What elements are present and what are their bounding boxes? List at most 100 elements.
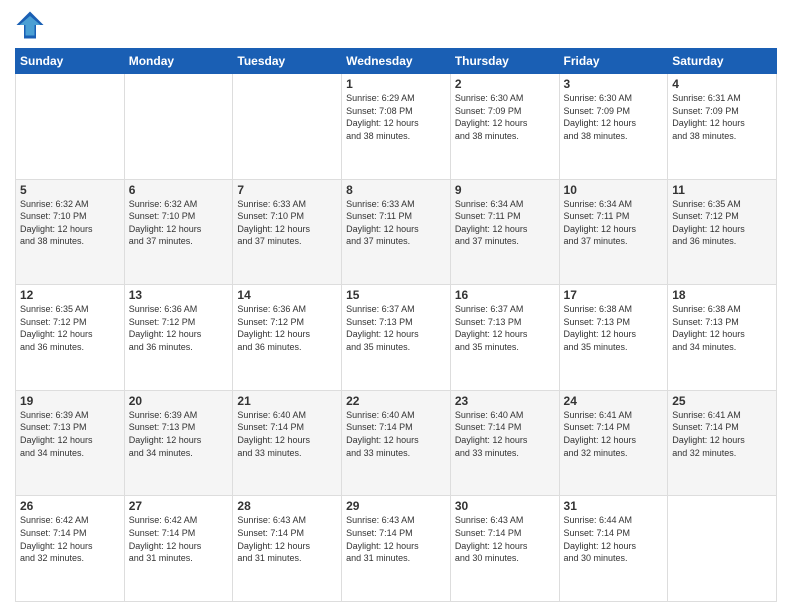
day-info: Sunrise: 6:32 AM Sunset: 7:10 PM Dayligh… [20,198,120,248]
calendar-cell: 21Sunrise: 6:40 AM Sunset: 7:14 PM Dayli… [233,390,342,496]
day-header-friday: Friday [559,49,668,74]
logo [15,10,49,40]
calendar-cell: 6Sunrise: 6:32 AM Sunset: 7:10 PM Daylig… [124,179,233,285]
calendar-cell: 17Sunrise: 6:38 AM Sunset: 7:13 PM Dayli… [559,285,668,391]
calendar-cell: 24Sunrise: 6:41 AM Sunset: 7:14 PM Dayli… [559,390,668,496]
day-info: Sunrise: 6:33 AM Sunset: 7:10 PM Dayligh… [237,198,337,248]
calendar-cell: 19Sunrise: 6:39 AM Sunset: 7:13 PM Dayli… [16,390,125,496]
calendar-cell: 20Sunrise: 6:39 AM Sunset: 7:13 PM Dayli… [124,390,233,496]
day-info: Sunrise: 6:39 AM Sunset: 7:13 PM Dayligh… [129,409,229,459]
calendar-cell: 25Sunrise: 6:41 AM Sunset: 7:14 PM Dayli… [668,390,777,496]
calendar-cell: 22Sunrise: 6:40 AM Sunset: 7:14 PM Dayli… [342,390,451,496]
day-info: Sunrise: 6:41 AM Sunset: 7:14 PM Dayligh… [564,409,664,459]
calendar-cell: 3Sunrise: 6:30 AM Sunset: 7:09 PM Daylig… [559,74,668,180]
day-info: Sunrise: 6:34 AM Sunset: 7:11 PM Dayligh… [564,198,664,248]
calendar-cell: 11Sunrise: 6:35 AM Sunset: 7:12 PM Dayli… [668,179,777,285]
day-number: 22 [346,394,446,408]
week-row-1: 5Sunrise: 6:32 AM Sunset: 7:10 PM Daylig… [16,179,777,285]
calendar-cell: 23Sunrise: 6:40 AM Sunset: 7:14 PM Dayli… [450,390,559,496]
calendar-cell: 5Sunrise: 6:32 AM Sunset: 7:10 PM Daylig… [16,179,125,285]
day-info: Sunrise: 6:41 AM Sunset: 7:14 PM Dayligh… [672,409,772,459]
day-info: Sunrise: 6:36 AM Sunset: 7:12 PM Dayligh… [237,303,337,353]
week-row-0: 1Sunrise: 6:29 AM Sunset: 7:08 PM Daylig… [16,74,777,180]
day-header-wednesday: Wednesday [342,49,451,74]
day-number: 1 [346,77,446,91]
day-number: 28 [237,499,337,513]
day-info: Sunrise: 6:38 AM Sunset: 7:13 PM Dayligh… [564,303,664,353]
calendar-cell: 26Sunrise: 6:42 AM Sunset: 7:14 PM Dayli… [16,496,125,602]
day-number: 25 [672,394,772,408]
day-info: Sunrise: 6:40 AM Sunset: 7:14 PM Dayligh… [346,409,446,459]
day-number: 23 [455,394,555,408]
calendar-cell: 16Sunrise: 6:37 AM Sunset: 7:13 PM Dayli… [450,285,559,391]
day-number: 8 [346,183,446,197]
day-number: 6 [129,183,229,197]
day-number: 15 [346,288,446,302]
day-info: Sunrise: 6:30 AM Sunset: 7:09 PM Dayligh… [455,92,555,142]
calendar-cell: 10Sunrise: 6:34 AM Sunset: 7:11 PM Dayli… [559,179,668,285]
calendar-cell: 2Sunrise: 6:30 AM Sunset: 7:09 PM Daylig… [450,74,559,180]
calendar-cell: 30Sunrise: 6:43 AM Sunset: 7:14 PM Dayli… [450,496,559,602]
day-info: Sunrise: 6:43 AM Sunset: 7:14 PM Dayligh… [237,514,337,564]
day-number: 4 [672,77,772,91]
day-number: 20 [129,394,229,408]
calendar-cell [16,74,125,180]
day-number: 19 [20,394,120,408]
day-number: 17 [564,288,664,302]
day-info: Sunrise: 6:43 AM Sunset: 7:14 PM Dayligh… [346,514,446,564]
day-number: 27 [129,499,229,513]
day-number: 5 [20,183,120,197]
day-info: Sunrise: 6:42 AM Sunset: 7:14 PM Dayligh… [129,514,229,564]
day-info: Sunrise: 6:29 AM Sunset: 7:08 PM Dayligh… [346,92,446,142]
day-header-sunday: Sunday [16,49,125,74]
day-info: Sunrise: 6:35 AM Sunset: 7:12 PM Dayligh… [20,303,120,353]
week-row-3: 19Sunrise: 6:39 AM Sunset: 7:13 PM Dayli… [16,390,777,496]
day-info: Sunrise: 6:30 AM Sunset: 7:09 PM Dayligh… [564,92,664,142]
calendar-cell: 28Sunrise: 6:43 AM Sunset: 7:14 PM Dayli… [233,496,342,602]
day-info: Sunrise: 6:37 AM Sunset: 7:13 PM Dayligh… [455,303,555,353]
day-number: 24 [564,394,664,408]
day-info: Sunrise: 6:33 AM Sunset: 7:11 PM Dayligh… [346,198,446,248]
week-row-2: 12Sunrise: 6:35 AM Sunset: 7:12 PM Dayli… [16,285,777,391]
day-number: 29 [346,499,446,513]
calendar-cell [668,496,777,602]
day-number: 30 [455,499,555,513]
day-info: Sunrise: 6:35 AM Sunset: 7:12 PM Dayligh… [672,198,772,248]
day-info: Sunrise: 6:44 AM Sunset: 7:14 PM Dayligh… [564,514,664,564]
day-header-thursday: Thursday [450,49,559,74]
day-number: 2 [455,77,555,91]
day-number: 12 [20,288,120,302]
calendar-cell [124,74,233,180]
logo-icon [15,10,45,40]
day-number: 14 [237,288,337,302]
calendar-header-row: SundayMondayTuesdayWednesdayThursdayFrid… [16,49,777,74]
day-number: 13 [129,288,229,302]
day-number: 11 [672,183,772,197]
day-number: 21 [237,394,337,408]
day-info: Sunrise: 6:39 AM Sunset: 7:13 PM Dayligh… [20,409,120,459]
calendar-cell: 29Sunrise: 6:43 AM Sunset: 7:14 PM Dayli… [342,496,451,602]
calendar-cell: 18Sunrise: 6:38 AM Sunset: 7:13 PM Dayli… [668,285,777,391]
day-info: Sunrise: 6:36 AM Sunset: 7:12 PM Dayligh… [129,303,229,353]
day-info: Sunrise: 6:38 AM Sunset: 7:13 PM Dayligh… [672,303,772,353]
day-number: 9 [455,183,555,197]
day-number: 18 [672,288,772,302]
week-row-4: 26Sunrise: 6:42 AM Sunset: 7:14 PM Dayli… [16,496,777,602]
day-info: Sunrise: 6:34 AM Sunset: 7:11 PM Dayligh… [455,198,555,248]
day-info: Sunrise: 6:42 AM Sunset: 7:14 PM Dayligh… [20,514,120,564]
day-number: 10 [564,183,664,197]
day-number: 26 [20,499,120,513]
calendar-table: SundayMondayTuesdayWednesdayThursdayFrid… [15,48,777,602]
page: SundayMondayTuesdayWednesdayThursdayFrid… [0,0,792,612]
calendar-cell: 15Sunrise: 6:37 AM Sunset: 7:13 PM Dayli… [342,285,451,391]
day-number: 16 [455,288,555,302]
calendar-cell: 12Sunrise: 6:35 AM Sunset: 7:12 PM Dayli… [16,285,125,391]
day-info: Sunrise: 6:43 AM Sunset: 7:14 PM Dayligh… [455,514,555,564]
calendar-cell: 7Sunrise: 6:33 AM Sunset: 7:10 PM Daylig… [233,179,342,285]
calendar-cell: 13Sunrise: 6:36 AM Sunset: 7:12 PM Dayli… [124,285,233,391]
day-info: Sunrise: 6:40 AM Sunset: 7:14 PM Dayligh… [237,409,337,459]
calendar-cell: 9Sunrise: 6:34 AM Sunset: 7:11 PM Daylig… [450,179,559,285]
day-number: 7 [237,183,337,197]
calendar-cell: 1Sunrise: 6:29 AM Sunset: 7:08 PM Daylig… [342,74,451,180]
calendar-cell: 4Sunrise: 6:31 AM Sunset: 7:09 PM Daylig… [668,74,777,180]
